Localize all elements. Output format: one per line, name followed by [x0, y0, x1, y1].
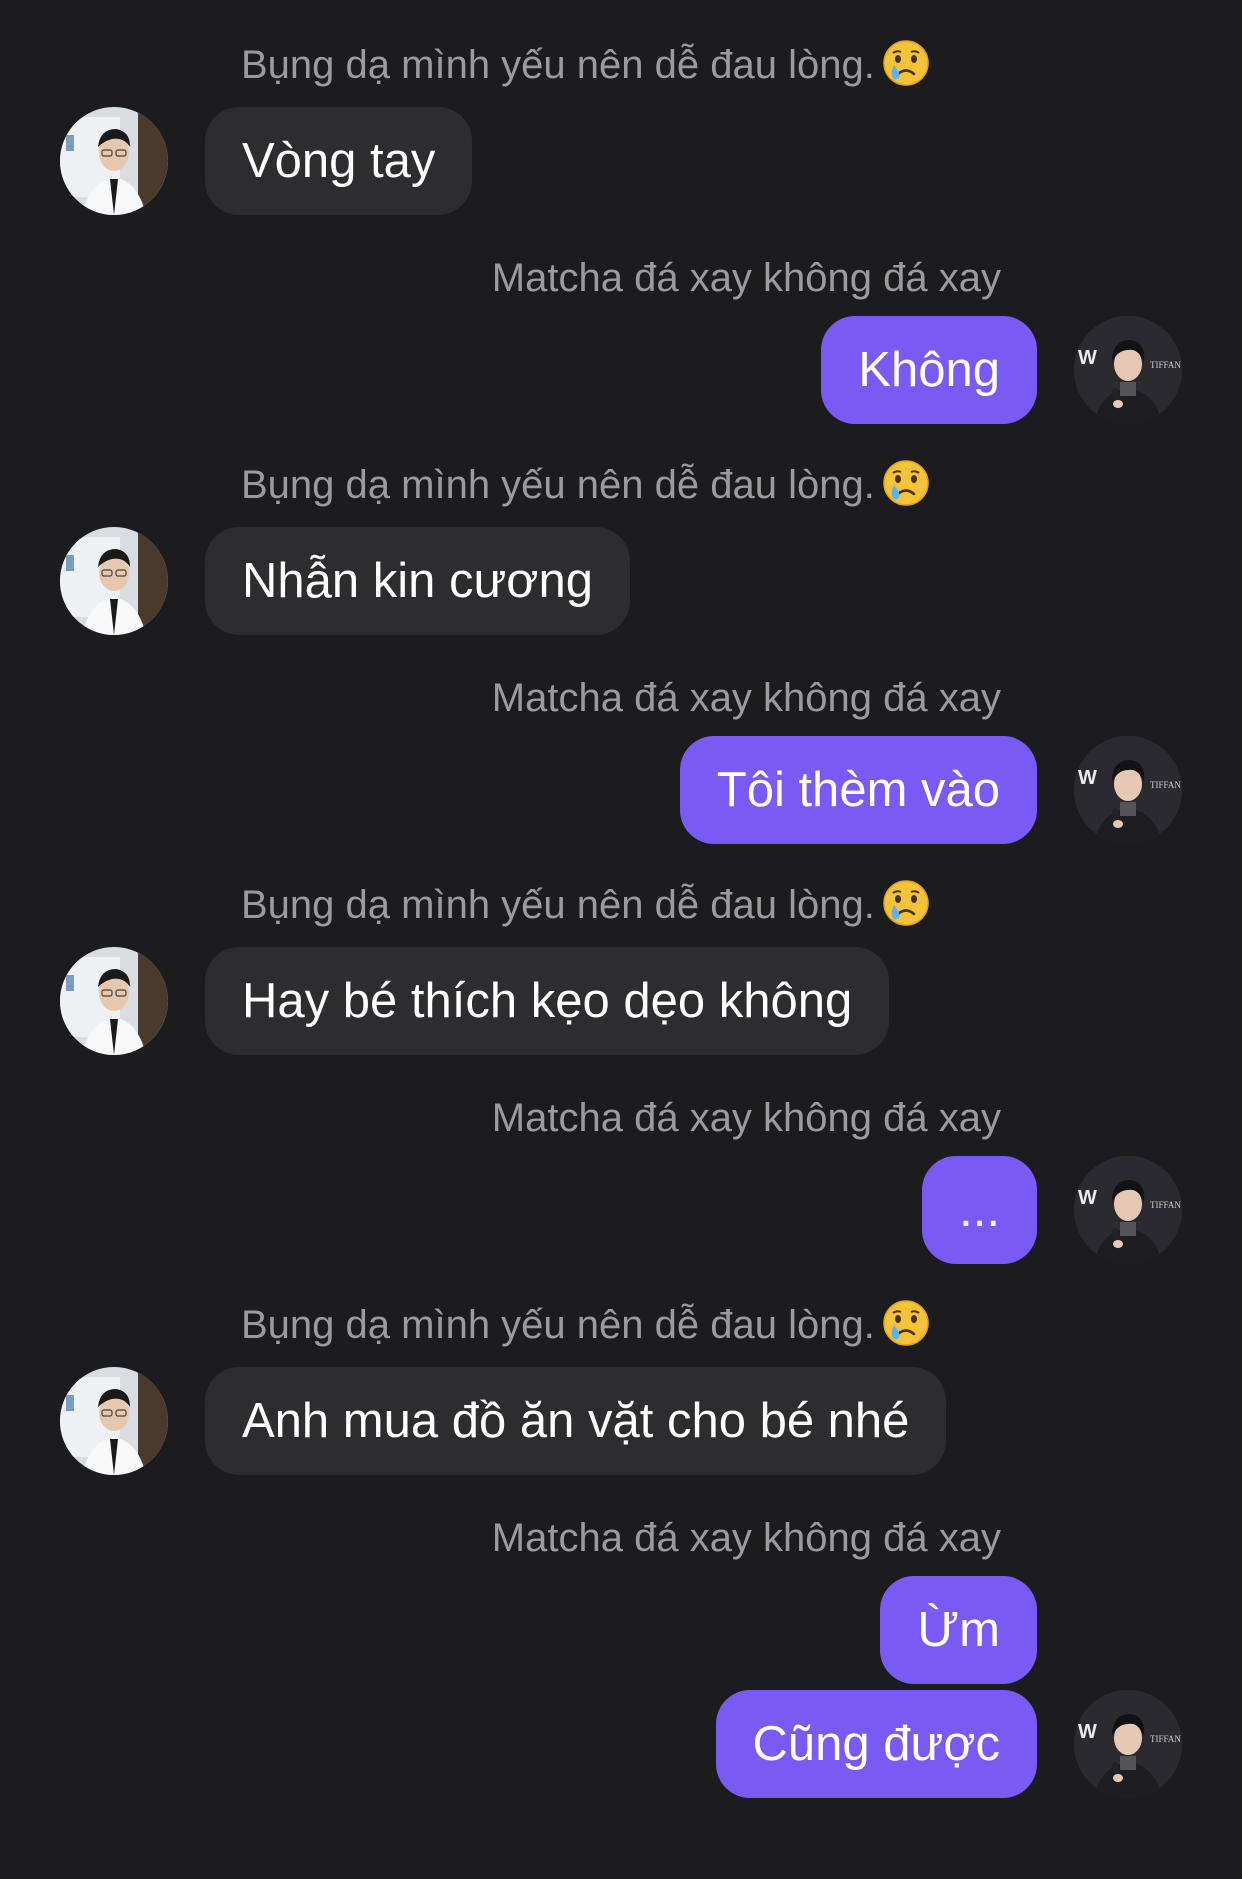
avatar-me[interactable]: [1074, 1690, 1182, 1798]
sender-name-other: Bụng dạ mình yếu nên dễ đau lòng.: [241, 38, 931, 88]
avatar-other[interactable]: [60, 1367, 168, 1475]
avatar-me[interactable]: [1074, 316, 1182, 424]
sender-name-other: Bụng dạ mình yếu nên dễ đau lòng.: [241, 1298, 931, 1348]
message-bubble-outgoing[interactable]: Ừm: [880, 1576, 1037, 1684]
message-bubble-incoming[interactable]: Nhẫn kin cương: [205, 527, 630, 635]
sender-name-me: Matcha đá xay không đá xay: [491, 676, 1001, 720]
chat-thread: Bụng dạ mình yếu nên dễ đau lòng. Vòng t…: [0, 0, 1242, 1879]
avatar-other[interactable]: [60, 107, 168, 215]
crying-face-icon: [881, 38, 931, 88]
avatar-me[interactable]: [1074, 736, 1182, 844]
message-bubble-outgoing[interactable]: ...: [922, 1156, 1037, 1264]
message-bubble-incoming[interactable]: Anh mua đồ ăn vặt cho bé nhé: [205, 1367, 947, 1475]
sender-name-me: Matcha đá xay không đá xay: [491, 1516, 1001, 1560]
message-bubble-outgoing[interactable]: Không: [821, 316, 1037, 424]
crying-face-icon: [881, 1298, 931, 1348]
sender-name-me: Matcha đá xay không đá xay: [491, 256, 1001, 300]
crying-face-icon: [881, 878, 931, 928]
avatar-me[interactable]: [1074, 1156, 1182, 1264]
message-bubble-outgoing[interactable]: Tôi thèm vào: [679, 736, 1037, 844]
sender-name-other: Bụng dạ mình yếu nên dễ đau lòng.: [241, 458, 931, 508]
message-bubble-outgoing[interactable]: Cũng được: [715, 1690, 1037, 1798]
message-bubble-incoming[interactable]: Vòng tay: [205, 107, 473, 215]
sender-name-other: Bụng dạ mình yếu nên dễ đau lòng.: [241, 878, 931, 928]
crying-face-icon: [881, 458, 931, 508]
sender-name-me: Matcha đá xay không đá xay: [491, 1096, 1001, 1140]
avatar-other[interactable]: [60, 947, 168, 1055]
avatar-other[interactable]: [60, 527, 168, 635]
message-bubble-incoming[interactable]: Hay bé thích kẹo dẹo không: [205, 947, 890, 1055]
